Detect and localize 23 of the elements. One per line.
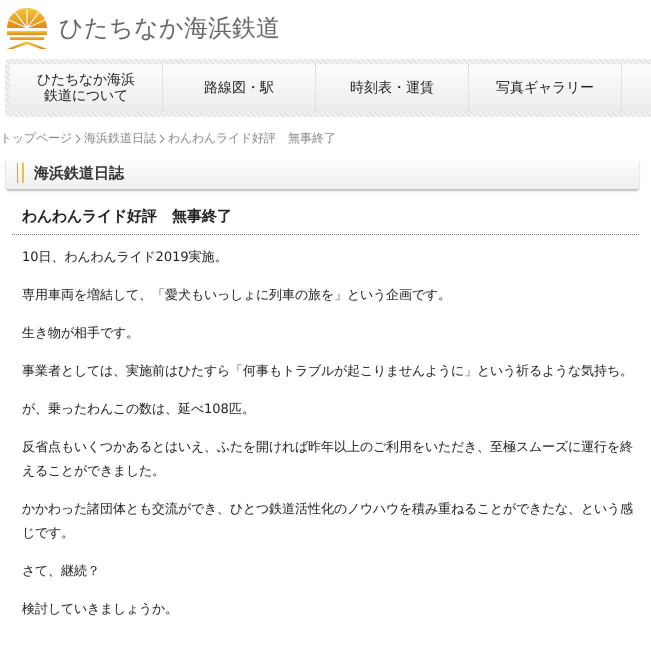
bar-icon xyxy=(17,163,24,183)
nav-link[interactable]: 写真ギャラリー xyxy=(469,64,622,112)
chevron-icon xyxy=(75,134,81,144)
paragraph: 事業者としては、実施前はひたすら「何事もトラブルが起こりませんように」という祈るような気持ち。 xyxy=(22,363,634,381)
paragraph: が、乗ったわんこの数は、延べ108匹。 xyxy=(22,401,256,419)
paragraph: 10日、わんわんライド2019実施。 xyxy=(22,249,229,267)
chevron-icon xyxy=(159,134,165,144)
section-heading: 海浜鉄道日誌 xyxy=(34,164,124,182)
paragraph: 反省点もいくつかあるとはいえ、ふたを開ければ昨年以上のご利用をいただき、至極スムーズに運行を終えることができました。 xyxy=(22,439,634,481)
nav-link[interactable]: 時刻表・運賃 xyxy=(316,64,469,112)
breadcrumb-current: わんわんライド好評 無事終了 xyxy=(168,130,336,147)
paragraph: かかわった諸団体とも交流ができ、ひとつ鉄道活性化のノウハウを積み重ねることができたな、という感じです。 xyxy=(22,501,634,543)
nav-link[interactable]: 路線図・駅 xyxy=(163,64,316,112)
paragraph: 生き物が相手です。 xyxy=(22,325,140,343)
sun-logo-icon xyxy=(5,6,49,50)
site-title[interactable]: ひたちなか海浜鉄道 xyxy=(59,12,280,44)
paragraph: さて、継続？ xyxy=(22,563,101,581)
nav-link[interactable]: ひたちなか海浜鉄道について xyxy=(10,64,163,112)
article-title: わんわんライド好評 無事終了 xyxy=(12,207,639,235)
paragraph: 専用車両を増結して、「愛犬もいっしょに列車の旅を」という企画です。 xyxy=(22,286,452,305)
breadcrumb-link[interactable]: トップページ xyxy=(0,130,72,147)
paragraph: 検討していきましょうか。 xyxy=(22,601,179,619)
breadcrumb-link[interactable]: 海浜鉄道日誌 xyxy=(84,130,156,147)
